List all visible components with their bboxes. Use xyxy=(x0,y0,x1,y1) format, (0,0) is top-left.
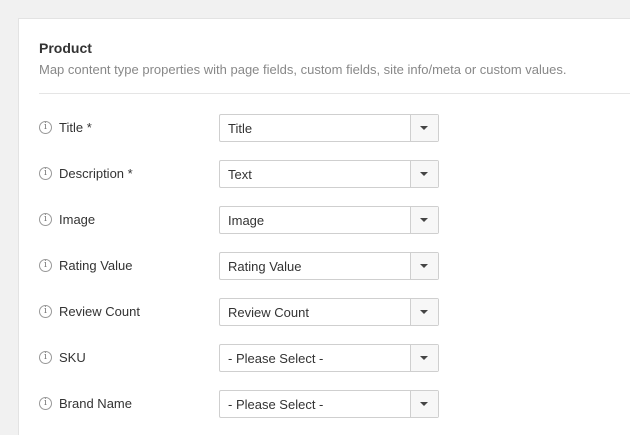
field-row-review-count: i Review Count Review Count xyxy=(39,298,459,326)
field-label-brand-name: Brand Name xyxy=(59,396,132,411)
image-select[interactable]: Image xyxy=(219,206,439,234)
product-mapping-panel: Product Map content type properties with… xyxy=(18,18,630,435)
field-label-sku: SKU xyxy=(59,350,86,365)
info-icon[interactable]: i xyxy=(39,351,52,364)
select-value: Review Count xyxy=(228,305,309,320)
rating-value-select[interactable]: Rating Value xyxy=(219,252,439,280)
review-count-select[interactable]: Review Count xyxy=(219,298,439,326)
description-select[interactable]: Text xyxy=(219,160,439,188)
caret-down-icon[interactable] xyxy=(410,253,438,279)
select-value: Text xyxy=(228,167,252,182)
field-label-review-count: Review Count xyxy=(59,304,140,319)
select-value: Rating Value xyxy=(228,259,302,274)
select-value: Title xyxy=(228,121,253,136)
field-row-brand-name: i Brand Name - Please Select - xyxy=(39,390,459,418)
field-row-description: i Description * Text xyxy=(39,160,459,188)
section-description: Map content type properties with page fi… xyxy=(39,62,567,77)
caret-down-icon[interactable] xyxy=(410,345,438,371)
field-label-rating-value: Rating Value xyxy=(59,258,133,273)
field-label-title: Title * xyxy=(59,120,92,135)
caret-down-icon[interactable] xyxy=(410,299,438,325)
field-row-sku: i SKU - Please Select - xyxy=(39,344,459,372)
caret-down-icon[interactable] xyxy=(410,391,438,417)
caret-down-icon[interactable] xyxy=(410,115,438,141)
field-row-image: i Image Image xyxy=(39,206,459,234)
field-row-title: i Title * Title xyxy=(39,114,459,142)
info-icon[interactable]: i xyxy=(39,397,52,410)
select-value: - Please Select - xyxy=(228,351,324,366)
field-label-description: Description * xyxy=(59,166,133,181)
info-icon[interactable]: i xyxy=(39,167,52,180)
title-select[interactable]: Title xyxy=(219,114,439,142)
select-value: - Please Select - xyxy=(228,397,324,412)
caret-down-icon[interactable] xyxy=(410,207,438,233)
info-icon[interactable]: i xyxy=(39,213,52,226)
select-value: Image xyxy=(228,213,265,228)
caret-down-icon[interactable] xyxy=(410,161,438,187)
section-title: Product xyxy=(39,40,92,56)
divider xyxy=(39,93,630,94)
info-icon[interactable]: i xyxy=(39,305,52,318)
field-label-image: Image xyxy=(59,212,96,227)
brand-name-select[interactable]: - Please Select - xyxy=(219,390,439,418)
info-icon[interactable]: i xyxy=(39,121,52,134)
sku-select[interactable]: - Please Select - xyxy=(219,344,439,372)
info-icon[interactable]: i xyxy=(39,259,52,272)
field-row-rating-value: i Rating Value Rating Value xyxy=(39,252,459,280)
